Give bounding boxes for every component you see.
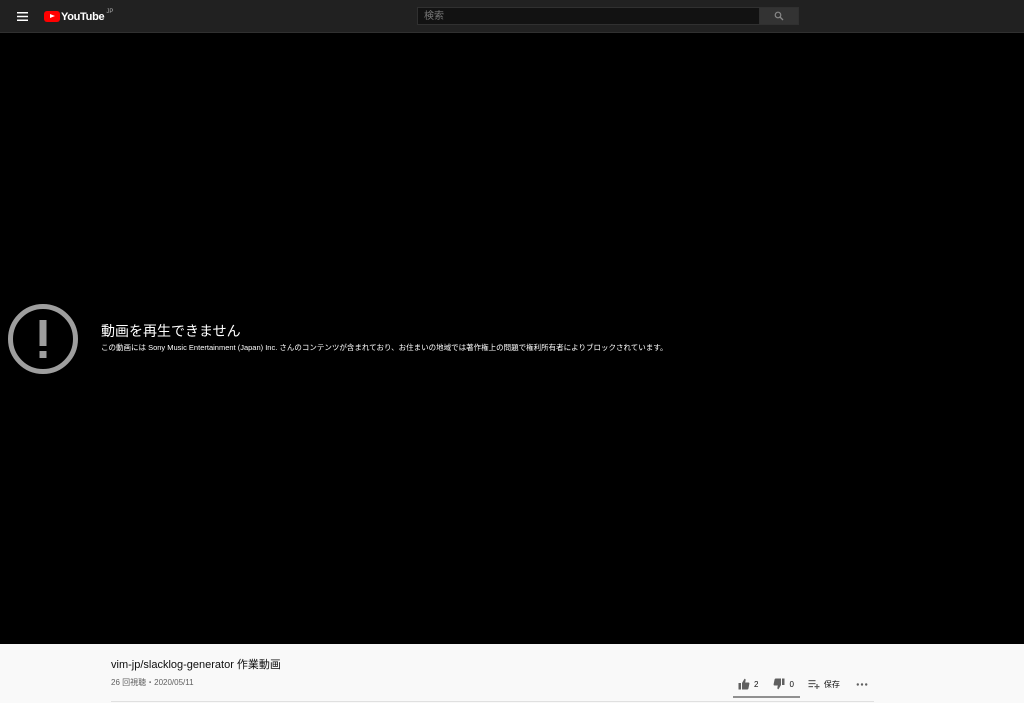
video-info: vim-jp/slacklog-generator 作業動画 26 回視聴・20… — [0, 644, 1024, 703]
playlist-add-icon — [808, 680, 820, 689]
video-title: vim-jp/slacklog-generator 作業動画 — [111, 659, 281, 671]
logo-region: JP — [106, 8, 114, 15]
dislike-count: 0 — [789, 679, 794, 689]
search-button[interactable] — [760, 7, 799, 25]
error-message: この動画には Sony Music Entertainment (Japan) … — [101, 343, 668, 352]
search-input[interactable] — [417, 7, 760, 25]
menu-icon — [17, 12, 28, 21]
thumbs-up-icon — [738, 678, 750, 690]
video-meta: 26 回視聴・2020/05/11 — [111, 678, 194, 687]
info-divider — [111, 701, 874, 702]
youtube-logo[interactable]: YouTube JP — [44, 8, 113, 25]
video-player[interactable]: 動画を再生できません この動画には Sony Music Entertainme… — [0, 33, 1024, 644]
more-horizontal-icon — [856, 683, 868, 686]
search-box — [417, 7, 799, 25]
like-button[interactable]: 2 — [738, 678, 758, 690]
more-actions-button[interactable] — [856, 678, 868, 690]
save-label: 保存 — [823, 679, 840, 689]
search-icon — [774, 11, 784, 21]
dislike-button[interactable]: 0 — [773, 678, 794, 690]
save-button[interactable]: 保存 — [808, 678, 840, 690]
menu-button[interactable] — [13, 8, 33, 25]
youtube-logo-icon — [44, 11, 60, 22]
video-actions: 2 0 保存 — [735, 675, 868, 693]
like-count: 2 — [754, 679, 759, 689]
sentiment-bar — [733, 696, 800, 698]
top-bar: YouTube JP — [0, 0, 1024, 33]
like-ratio-fill — [733, 696, 800, 698]
thumbs-down-icon — [774, 678, 785, 690]
alert-circle-icon — [8, 304, 78, 374]
logo-text: YouTube — [61, 10, 105, 23]
error-title: 動画を再生できません — [101, 323, 241, 339]
